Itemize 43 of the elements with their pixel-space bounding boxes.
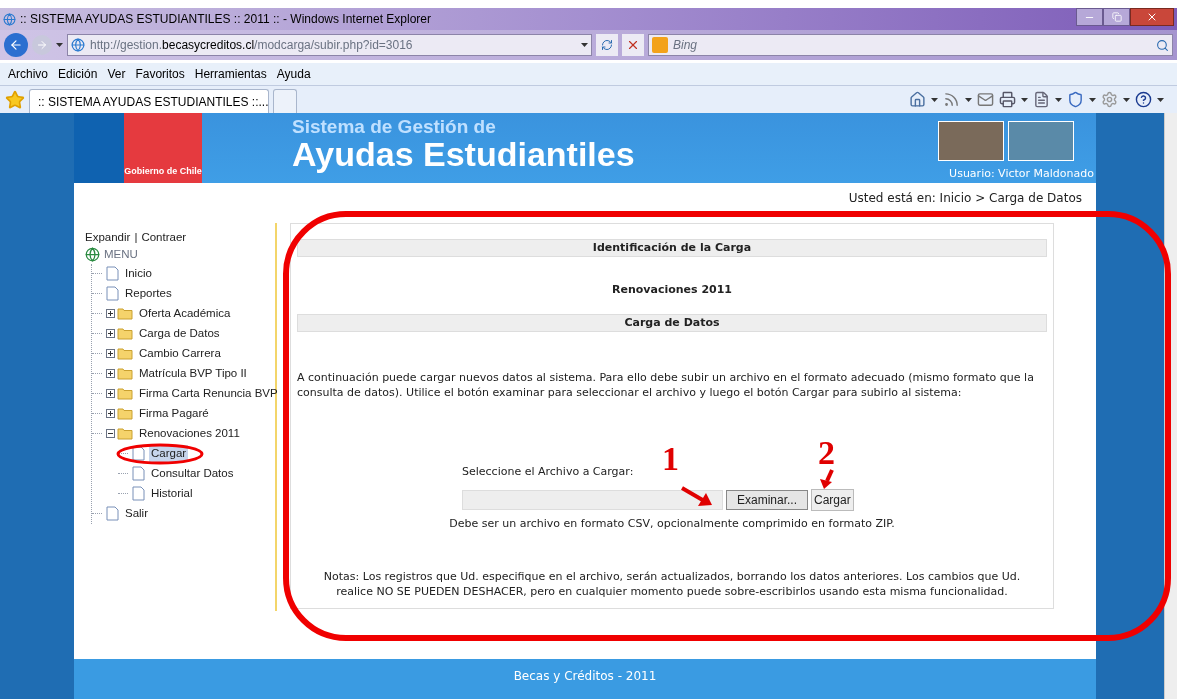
menu-item[interactable]: Reportes — [123, 284, 174, 303]
menu-item[interactable]: Firma Pagaré — [137, 404, 211, 423]
menu-bar-item[interactable]: Herramientas — [194, 65, 267, 83]
expand-link[interactable]: Expandir — [85, 229, 131, 247]
menu-item[interactable]: Matrícula BVP Tipo II — [137, 364, 249, 383]
menu-item[interactable]: Inicio — [123, 264, 154, 283]
menu-item[interactable]: Renovaciones 2011 — [137, 424, 242, 443]
header-title: Ayudas Estudiantiles — [292, 137, 635, 171]
process-name: Renovaciones 2011 — [611, 282, 732, 298]
intro-paragraph: A continuación puede cargar nuevos datos al sistema. Para ello debe subir un archivo en el formato adecuado (mismo formato que la consulta de datos). Utilice el botón examinar para seleccionar el archivo y luego el botón Cargar para subirlo al sistema: — [297, 369, 1035, 400]
upload-button[interactable]: Cargar — [811, 489, 854, 511]
step-number: 1 — [662, 442, 679, 476]
user-name: Usuario: Victor Maldonado — [949, 166, 1094, 182]
menu-item[interactable]: Oferta Académica — [137, 304, 233, 323]
separator: | — [134, 230, 138, 245]
step-number: 2 — [818, 436, 835, 470]
footer-text: Becas y Créditos - 2011 — [513, 668, 657, 685]
search-box[interactable]: Bing — [648, 34, 1173, 56]
menu-bar-item[interactable]: Edición — [58, 65, 98, 83]
file-label: Seleccione el Archivo a Cargar: — [462, 463, 634, 480]
header-subtitle: Sistema de Gestión de — [292, 117, 497, 137]
menu-label: MENU — [104, 247, 138, 263]
section-header: Identificación de la Carga — [297, 239, 1047, 257]
menu-bar-item[interactable]: Ver — [107, 65, 126, 83]
section-header: Carga de Datos — [297, 313, 1047, 332]
browse-button[interactable]: Examinar... — [726, 490, 809, 510]
logo: Gobierno de Chile — [124, 113, 202, 183]
menu-item[interactable]: Cambio Carrera — [137, 344, 223, 363]
menu-bar-item[interactable]: Archivo — [8, 65, 48, 83]
window-title: :: SISTEMA AYUDAS ESTUDIANTILES :: 2011 :: - Windows Internet Explorer — [20, 11, 432, 28]
menu-item[interactable]: Historial — [149, 484, 195, 503]
browser-tab[interactable]: :: SISTEMA AYUDAS ESTUDIANTILES ::... — [29, 89, 269, 113]
menu-bar-item[interactable]: Favoritos — [135, 65, 185, 83]
collapse-link[interactable]: Contraer — [141, 229, 187, 247]
menu-item[interactable]: Consultar Datos — [149, 464, 236, 483]
menu-item[interactable]: Salir — [123, 504, 150, 523]
menu-bar-item[interactable]: Ayuda — [276, 65, 311, 83]
search-field[interactable]: Bing — [673, 36, 1151, 54]
notes-paragraph: Notas: Los registros que Ud. especifique en el archivo, serán actualizados, borrando los datos anteriores. Los cambios que Ud. realice NO SE PUEDEN DESHACER, pero en cualquier momento puede sobre-escribirlos usando esta misma funcionalidad. — [322, 568, 1022, 599]
menu-item[interactable]: Carga de Datos — [137, 324, 222, 343]
format-hint: Debe ser un archivo en formato CSV, opcionalmente comprimido en formato ZIP. — [449, 516, 895, 532]
breadcrumb: Usted está en: Inicio > Carga de Datos — [848, 190, 1082, 207]
address-field[interactable]: http://gestion.becasycreditos.cl/modcarga/subir.php?id=3016 — [67, 34, 592, 56]
